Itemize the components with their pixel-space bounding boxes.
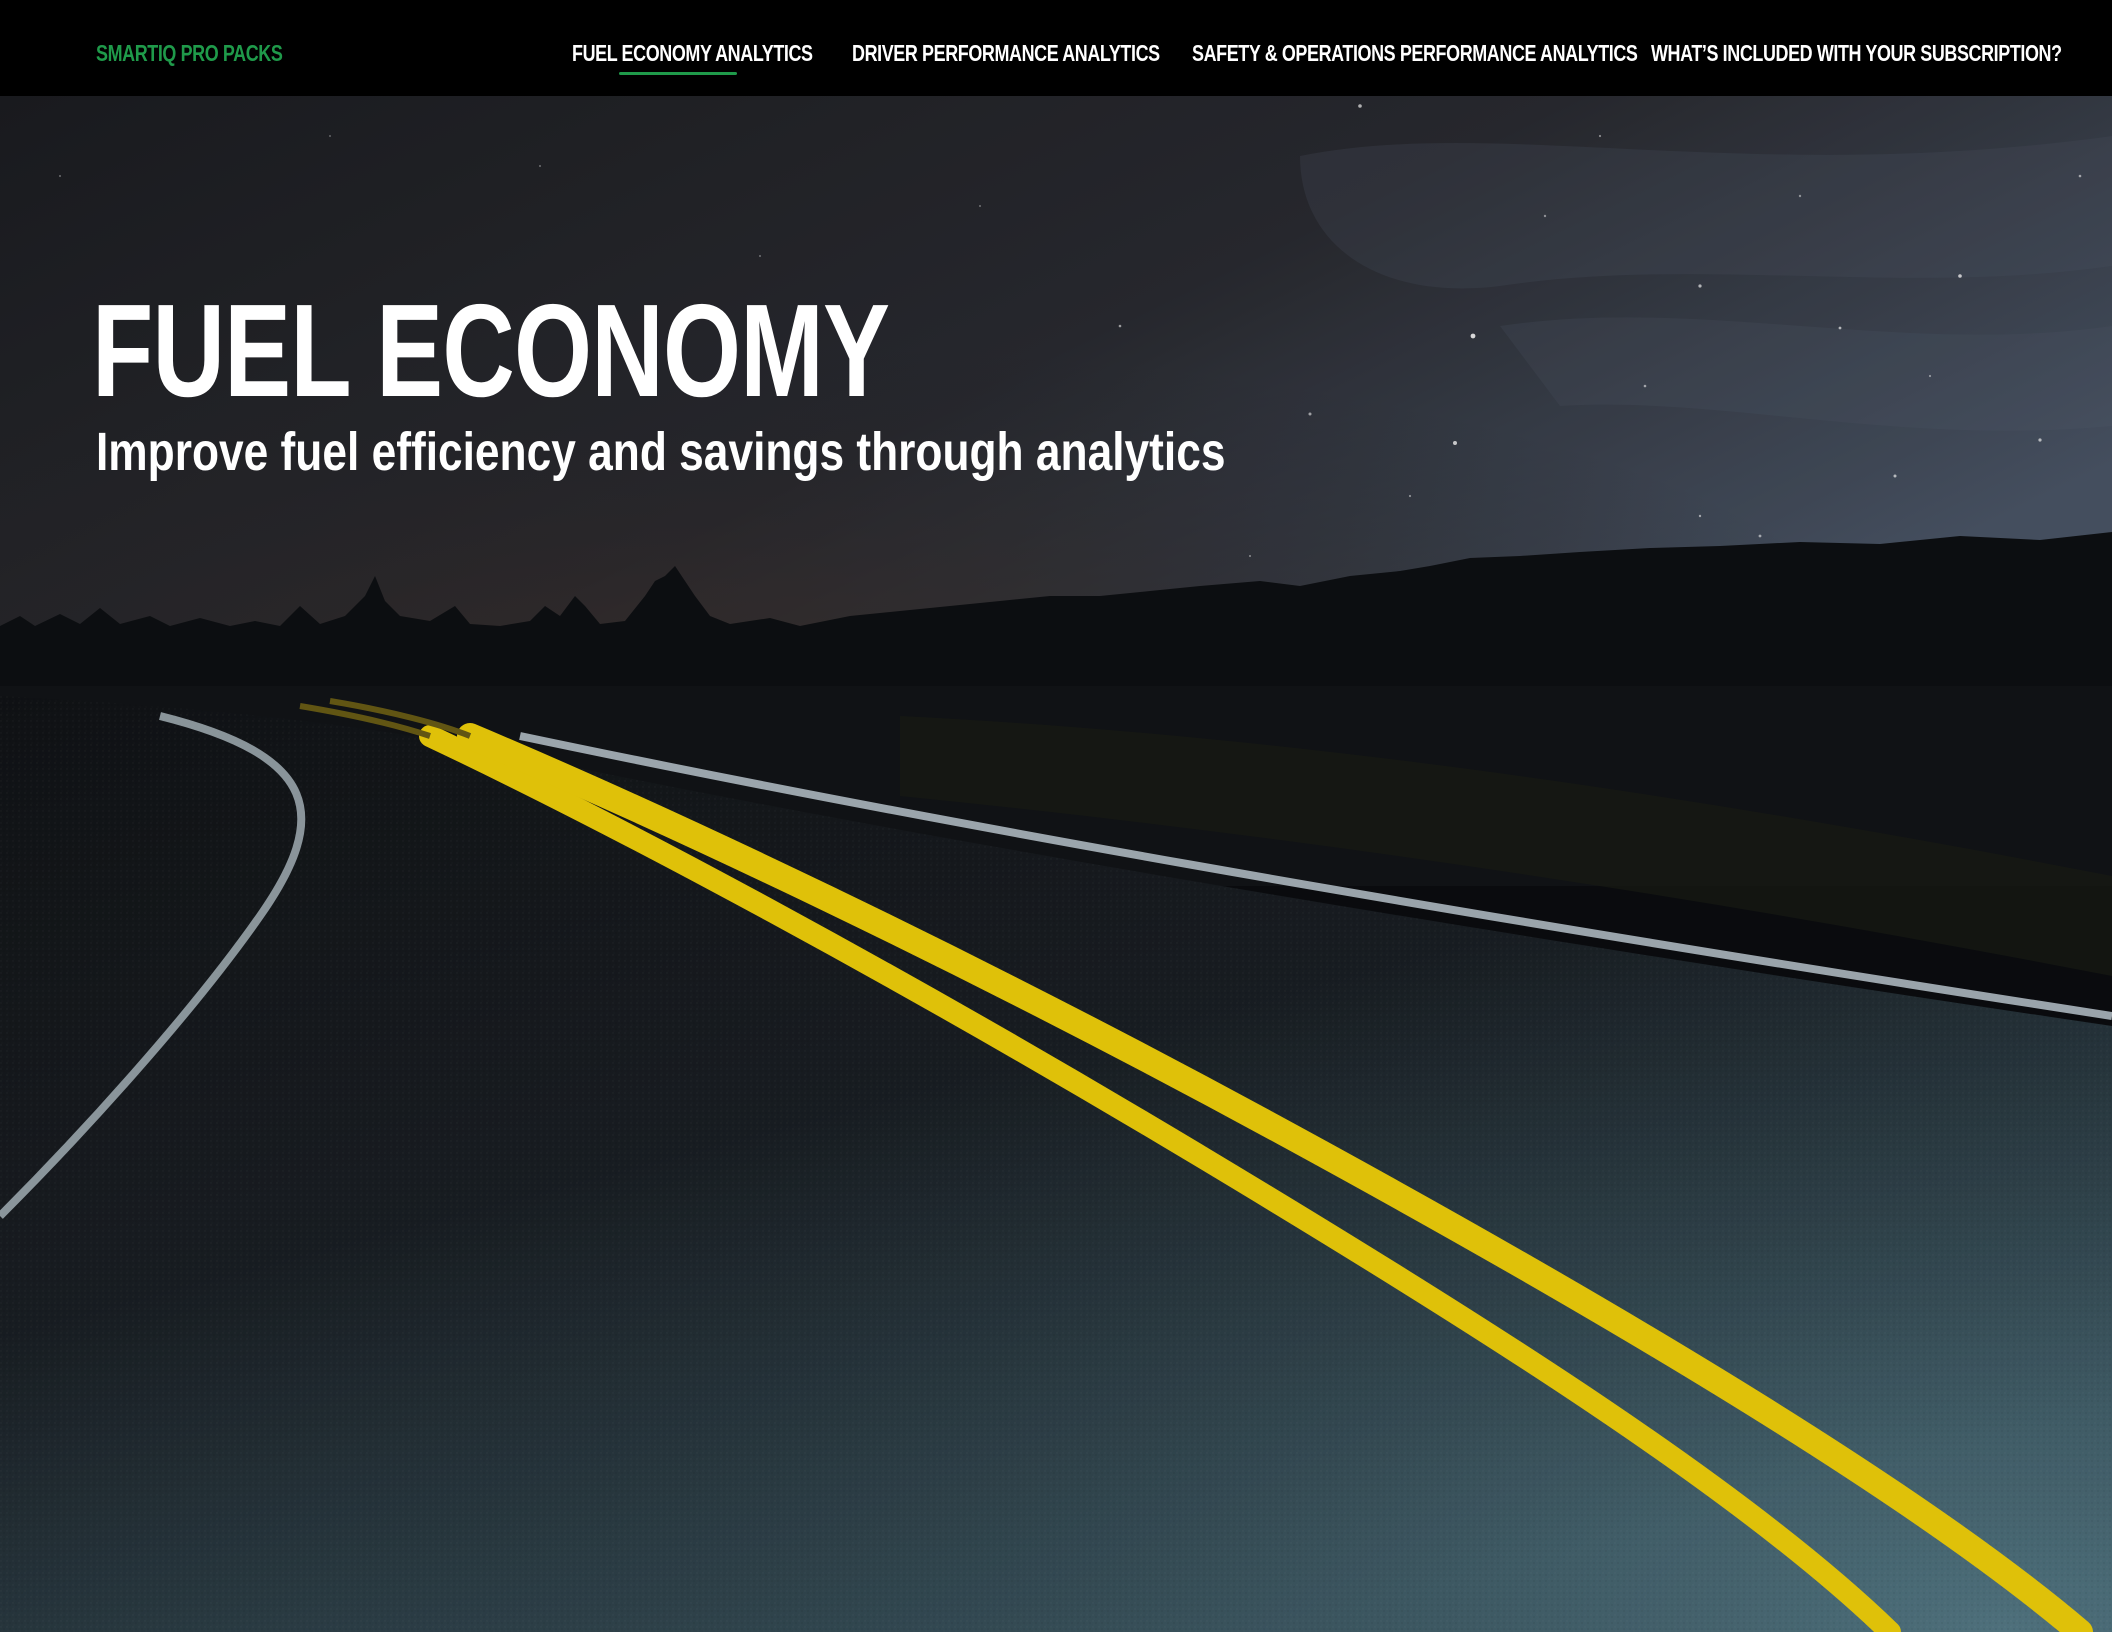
brand-link[interactable]: SMARTIQ PRO PACKS (96, 38, 283, 68)
nav-item-safety-operations-analytics[interactable]: SAFETY & OPERATIONS PERFORMANCE ANALYTIC… (1192, 38, 1638, 78)
hero-subtitle: Improve fuel efficiency and savings thro… (96, 422, 1226, 482)
page: SMARTIQ PRO PACKS FUEL ECONOMY ANALYTICS… (0, 0, 2112, 1632)
hero-section: FUEL ECONOMY Improve fuel efficiency and… (0, 96, 2112, 1632)
top-nav-bar: SMARTIQ PRO PACKS FUEL ECONOMY ANALYTICS… (0, 0, 2112, 96)
nav-item-subscription-info[interactable]: WHAT’S INCLUDED WITH YOUR SUBSCRIPTION? (1651, 38, 2062, 78)
nav-item-driver-performance-analytics[interactable]: DRIVER PERFORMANCE ANALYTICS (852, 38, 1160, 78)
hero-title: FUEL ECONOMY (92, 277, 890, 424)
nav-active-underline (619, 72, 737, 75)
